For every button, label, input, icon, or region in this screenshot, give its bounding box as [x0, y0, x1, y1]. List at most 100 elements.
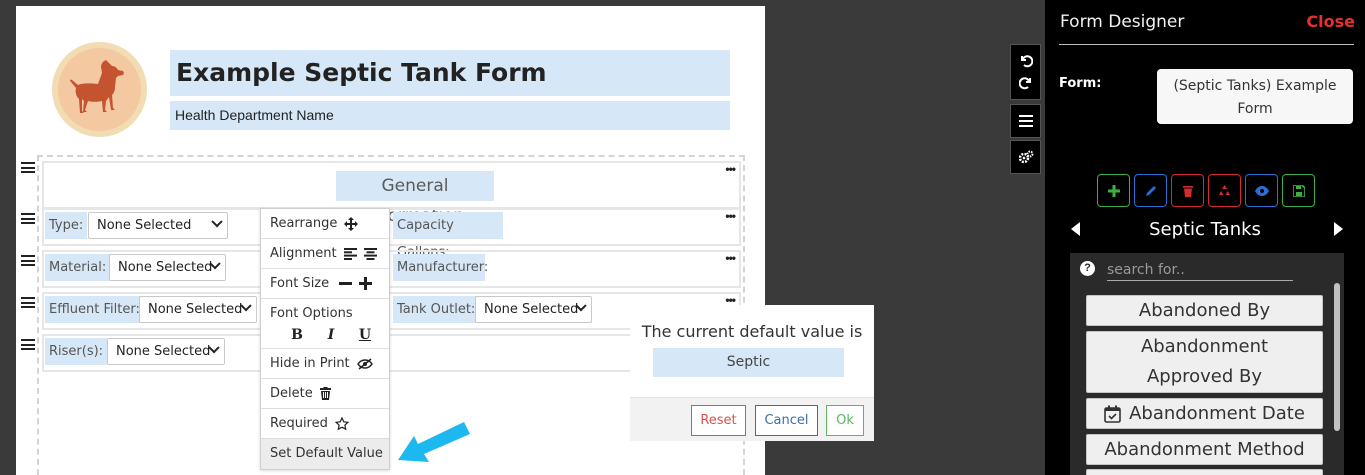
plus-icon[interactable]	[359, 277, 373, 290]
default-value-display[interactable]: Septic	[653, 348, 844, 377]
align-center-icon	[363, 247, 377, 260]
list-item-label: Abandonment Date	[1129, 402, 1305, 424]
set-default-label: Set Default Value	[270, 446, 383, 461]
menu-item-set-default[interactable]: Set Default Value	[261, 439, 389, 469]
minus-icon[interactable]	[339, 277, 353, 290]
add-button[interactable]	[1097, 174, 1130, 207]
logo	[52, 42, 147, 137]
hamburger-icon	[1018, 115, 1033, 127]
riser-select[interactable]: None Selected	[107, 338, 225, 365]
field-context-menu: Rearrange Alignment Font Size Font Optio…	[260, 208, 390, 470]
plus-icon	[1107, 184, 1120, 197]
ok-button[interactable]: Ok	[826, 405, 864, 436]
undo-redo-group	[1010, 44, 1041, 100]
drag-handle-icon[interactable]	[21, 212, 35, 225]
menu-item-hide-in-print[interactable]: Hide in Print	[261, 349, 389, 379]
form-label: Form:	[1059, 76, 1102, 91]
edit-button[interactable]	[1134, 174, 1167, 207]
form-title[interactable]: Example Septic Tank Form	[170, 50, 730, 96]
settings-button[interactable]	[1010, 140, 1041, 174]
type-select[interactable]: None Selected	[88, 212, 228, 239]
section-row: General Information •••	[42, 161, 741, 226]
calendar-check-icon	[1104, 405, 1121, 423]
recycle-button[interactable]	[1208, 174, 1241, 207]
save-icon	[1292, 184, 1305, 197]
row-options-icon[interactable]: •••	[725, 294, 736, 306]
effluent-label: Effluent Filter:	[45, 296, 144, 323]
required-label: Required	[270, 415, 328, 431]
hide-in-print-label: Hide in Print	[270, 355, 350, 371]
redo-icon[interactable]	[1018, 76, 1033, 90]
material-select[interactable]: None Selected	[109, 254, 226, 281]
list-item-label: Abandonment Method	[1104, 438, 1305, 460]
eye-icon	[1254, 185, 1269, 196]
list-item[interactable]: Abandonment Date	[1086, 398, 1323, 429]
list-item[interactable]: Abandonment Method	[1086, 434, 1323, 465]
chevron-down-icon	[211, 216, 223, 228]
alignment-label: Alignment	[270, 245, 337, 261]
italic-icon[interactable]: I	[324, 327, 338, 343]
next-arrow-icon[interactable]	[1334, 222, 1343, 236]
menu-item-required[interactable]: Required	[261, 409, 389, 439]
menu-item-font-options: Font Options B I U	[261, 299, 389, 349]
capacity-label: Capacity Gallons:	[393, 212, 503, 260]
outlet-select-value: None Selected	[484, 302, 579, 317]
outlet-label: Tank Outlet:	[393, 296, 480, 323]
list-item[interactable]: Abandoned By	[1086, 295, 1323, 326]
list-item-label: Abandonment Approved By	[1140, 336, 1269, 387]
form-selector[interactable]: (Septic Tanks) Example Form	[1157, 69, 1353, 124]
reset-button[interactable]: Reset	[691, 405, 746, 436]
effluent-select[interactable]: None Selected	[139, 296, 257, 323]
eye-slash-icon	[356, 357, 373, 370]
menu-item-alignment[interactable]: Alignment	[261, 239, 389, 269]
default-value-dialog: The current default value is Septic Rese…	[630, 305, 874, 441]
row-options-icon[interactable]: •••	[725, 163, 736, 175]
scrollbar[interactable]	[1334, 283, 1340, 431]
close-button[interactable]: Close	[1306, 12, 1355, 31]
cancel-button[interactable]: Cancel	[755, 405, 818, 436]
search-input[interactable]	[1107, 259, 1293, 281]
underline-icon[interactable]: U	[358, 327, 372, 343]
effluent-select-value: None Selected	[148, 302, 243, 317]
undo-icon[interactable]	[1019, 54, 1033, 68]
set-title: Septic Tanks	[1149, 219, 1261, 240]
drag-handle-icon[interactable]	[21, 338, 35, 351]
list-item[interactable]	[1086, 469, 1323, 475]
move-icon	[344, 216, 359, 231]
arrow-icon	[398, 422, 470, 462]
gears-icon	[1018, 150, 1033, 164]
delete-label: Delete	[270, 385, 313, 401]
font-size-label: Font Size	[270, 275, 330, 291]
font-options-label: Font Options	[270, 306, 353, 321]
manufacturer-label: Manufacturer:	[393, 254, 488, 281]
row-options-icon[interactable]: •••	[725, 252, 736, 264]
section-title[interactable]: General Information	[336, 171, 494, 226]
delete-button[interactable]	[1171, 174, 1204, 207]
drag-handle-icon[interactable]	[21, 161, 35, 174]
field-list: ? Abandoned By Abandonment Approved By A…	[1070, 253, 1344, 475]
menu-item-font-size[interactable]: Font Size	[261, 269, 389, 299]
default-value-message: The current default value is	[641, 322, 863, 341]
menu-item-rearrange[interactable]: Rearrange	[261, 209, 389, 239]
drag-handle-icon[interactable]	[21, 296, 35, 309]
menu-button[interactable]	[1010, 104, 1041, 138]
recycle-icon	[1219, 185, 1230, 195]
outlet-select[interactable]: None Selected	[475, 296, 592, 323]
form-subtitle[interactable]: Health Department Name	[170, 101, 730, 130]
bold-icon[interactable]: B	[290, 327, 304, 343]
list-item[interactable]: Abandonment Approved By	[1086, 331, 1323, 393]
riser-label: Riser(s):	[45, 338, 108, 365]
help-icon[interactable]: ?	[1080, 261, 1095, 276]
align-left-icon	[343, 247, 357, 260]
row-options-icon[interactable]: •••	[725, 210, 736, 222]
type-label: Type:	[45, 212, 88, 239]
star-icon	[334, 416, 349, 430]
menu-item-delete[interactable]: Delete	[261, 379, 389, 409]
dog-icon	[69, 59, 124, 113]
save-button[interactable]	[1282, 174, 1315, 207]
trash-icon	[1182, 185, 1193, 197]
preview-button[interactable]	[1245, 174, 1278, 207]
drag-handle-icon[interactable]	[21, 254, 35, 267]
rearrange-label: Rearrange	[270, 215, 338, 231]
pencil-icon	[1145, 185, 1156, 196]
